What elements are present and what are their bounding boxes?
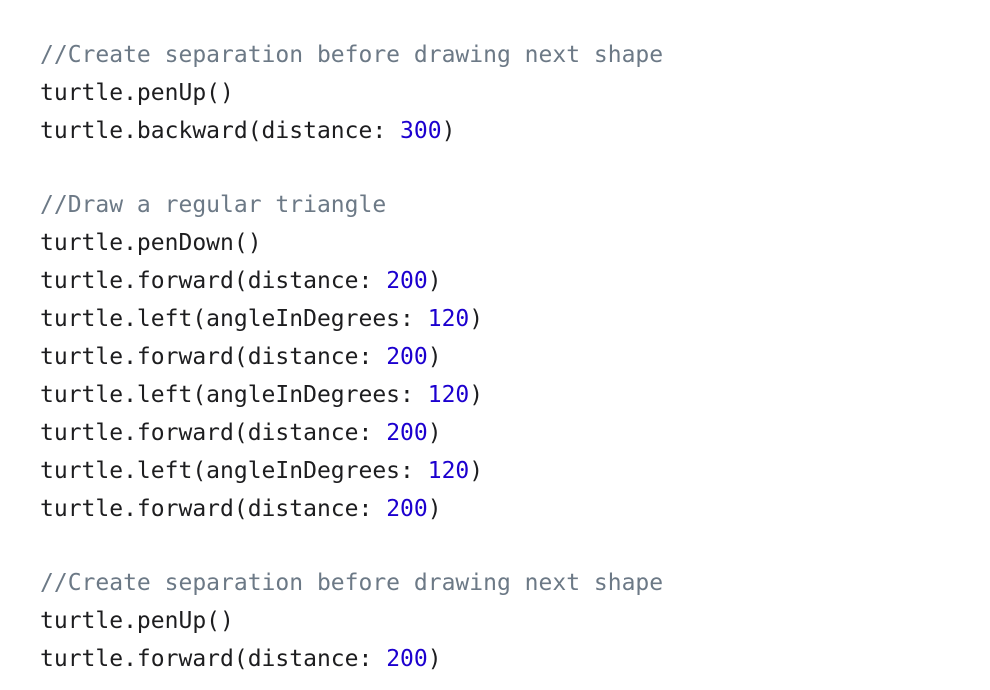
comment-text: //Draw a regular triangle [40, 192, 387, 218]
code-line: turtle.penDown() [40, 224, 990, 262]
code-text: turtle.penUp() [40, 80, 234, 106]
code-text: turtle.left(angleInDegrees: [40, 382, 428, 408]
code-text: ) [441, 118, 456, 144]
code-text: turtle.penUp() [40, 608, 234, 634]
code-line: turtle.left(angleInDegrees: 120) [40, 300, 990, 338]
comment-text: //Create separation before drawing next … [40, 42, 664, 68]
code-text: turtle.left(angleInDegrees: [40, 306, 428, 332]
code-line: turtle.forward(distance: 200) [40, 490, 990, 528]
code-line-comment: //Draw a regular triangle [40, 186, 990, 224]
code-line: turtle.forward(distance: 200) [40, 262, 990, 300]
code-text: turtle.left(angleInDegrees: [40, 458, 428, 484]
code-line: turtle.forward(distance: 200) [40, 414, 990, 452]
number-literal: 300 [400, 118, 442, 144]
code-text: ) [427, 496, 442, 522]
code-line: turtle.penUp() [40, 74, 990, 112]
code-line-comment: //Create separation before drawing next … [40, 36, 990, 74]
code-text: ) [469, 458, 484, 484]
code-text: turtle.forward(distance: [40, 268, 387, 294]
code-text: turtle.forward(distance: [40, 420, 387, 446]
code-text: ) [427, 420, 442, 446]
code-line: turtle.forward(distance: 200) [40, 338, 990, 376]
code-line: turtle.left(angleInDegrees: 120) [40, 376, 990, 414]
code-text: turtle.penDown() [40, 230, 262, 256]
number-literal: 120 [427, 306, 470, 332]
number-literal: 200 [386, 268, 428, 294]
code-text: ) [427, 344, 442, 370]
code-text: ) [469, 382, 484, 408]
code-text: turtle.forward(distance: [40, 344, 387, 370]
code-line: turtle.penUp() [40, 602, 990, 640]
code-text: turtle.forward(distance: [40, 646, 387, 672]
code-text: turtle.backward(distance: [40, 118, 401, 144]
code-line: turtle.forward(distance: 200) [40, 640, 990, 678]
number-literal: 200 [386, 420, 428, 446]
code-editor[interactable]: //Create separation before drawing next … [0, 0, 990, 690]
code-line: turtle.left(angleInDegrees: 120) [40, 452, 990, 490]
number-literal: 120 [427, 458, 470, 484]
number-literal: 200 [386, 496, 428, 522]
code-line: turtle.backward(distance: 300) [40, 112, 990, 150]
number-literal: 120 [427, 382, 470, 408]
code-text: ) [427, 268, 442, 294]
code-text: turtle.forward(distance: [40, 496, 387, 522]
number-literal: 200 [386, 646, 428, 672]
comment-text: //Create separation before drawing next … [40, 570, 664, 596]
code-line-comment: //Create separation before drawing next … [40, 564, 990, 602]
number-literal: 200 [386, 344, 428, 370]
code-text: ) [469, 306, 484, 332]
code-text: ) [427, 646, 442, 672]
